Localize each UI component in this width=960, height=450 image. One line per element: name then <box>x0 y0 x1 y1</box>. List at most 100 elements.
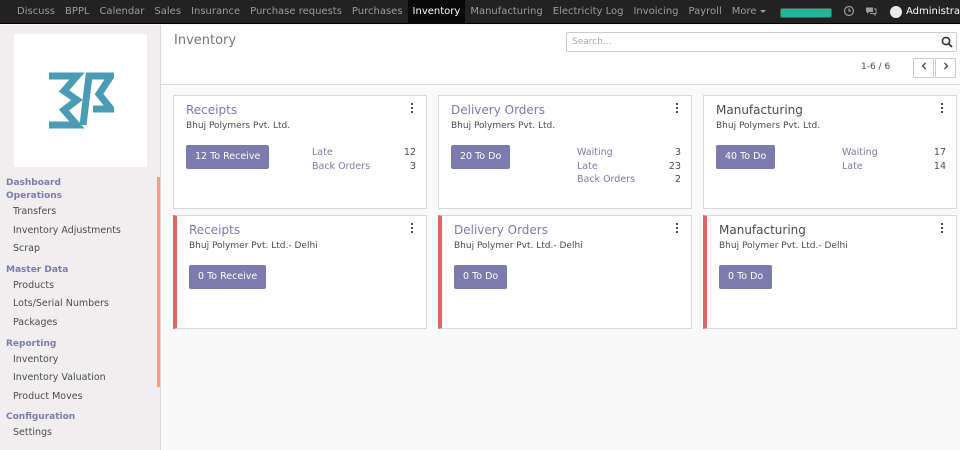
sidebar: Dashboard Operations Transfers Inventory… <box>0 25 161 450</box>
card-title[interactable]: Manufacturing <box>719 223 806 237</box>
sidebar-item-inventory-adjustments[interactable]: Inventory Adjustments <box>0 222 158 241</box>
menu-invoicing[interactable]: Invoicing <box>628 0 683 24</box>
kebab-menu-icon[interactable] <box>675 223 679 234</box>
sidebar-section-master-data[interactable]: Master Data <box>0 264 158 277</box>
top-menu-bar: Discuss BPPL Calendar Sales Insurance Pu… <box>0 0 960 24</box>
card-title[interactable]: Delivery Orders <box>451 103 545 117</box>
kebab-menu-icon[interactable] <box>940 103 944 114</box>
sidebar-item-settings[interactable]: Settings <box>0 424 158 443</box>
card-company: Bhuj Polymers Pvt. Ltd. <box>186 121 291 131</box>
sidebar-menu: Dashboard Operations Transfers Inventory… <box>0 177 158 443</box>
pager-next-button[interactable] <box>935 58 956 78</box>
menu-more-label: More <box>731 6 757 17</box>
kanban-card-delivery-orders-delhi[interactable]: Delivery Orders Bhuj Polymer Pvt. Ltd.- … <box>438 215 692 329</box>
kebab-menu-icon[interactable] <box>410 223 414 234</box>
pager-previous-button[interactable] <box>913 58 934 78</box>
menu-bppl[interactable]: BPPL <box>60 0 95 24</box>
menu-payroll[interactable]: Payroll <box>684 0 727 24</box>
sidebar-item-scrap[interactable]: Scrap <box>0 240 158 259</box>
menu-inventory[interactable]: Inventory <box>407 0 466 24</box>
stat-waiting[interactable]: Waiting 17 <box>842 146 946 160</box>
stat-value: 14 <box>933 160 946 172</box>
search-input[interactable] <box>567 33 927 51</box>
card-company: Bhuj Polymer Pvt. Ltd.- Delhi <box>454 241 583 251</box>
menu-purchases[interactable]: Purchases <box>347 0 408 24</box>
sidebar-item-transfers[interactable]: Transfers <box>0 203 158 222</box>
to-do-button[interactable]: 0 To Do <box>719 265 773 289</box>
card-title[interactable]: Receipts <box>189 223 240 237</box>
to-receive-button[interactable]: 0 To Receive <box>189 265 267 289</box>
company-logo <box>14 34 147 167</box>
stat-value: 2 <box>674 174 681 185</box>
kanban-card-delivery-orders[interactable]: Delivery Orders Bhuj Polymers Pvt. Ltd. … <box>438 95 692 209</box>
sidebar-item-inventory-valuation[interactable]: Inventory Valuation <box>0 369 158 388</box>
card-stats: Waiting 17 Late 14 <box>842 146 946 173</box>
stat-label[interactable]: Waiting <box>577 146 613 160</box>
card-company: Bhuj Polymers Pvt. Ltd. <box>716 121 821 131</box>
sidebar-section-operations[interactable]: Operations <box>0 190 158 203</box>
clock-icon[interactable] <box>843 5 855 17</box>
pager-value[interactable]: 1-6 / 6 <box>861 62 890 72</box>
menu-purchase-requests[interactable]: Purchase requests <box>245 0 347 24</box>
stat-waiting[interactable]: Waiting 3 <box>577 146 681 160</box>
sidebar-item-packages[interactable]: Packages <box>0 314 158 333</box>
stat-late[interactable]: Late 14 <box>842 160 946 174</box>
stat-label[interactable]: Back Orders <box>577 173 635 187</box>
to-do-button[interactable]: 0 To Do <box>454 265 508 289</box>
card-company: Bhuj Polymer Pvt. Ltd.- Delhi <box>719 241 848 251</box>
sidebar-item-inventory-report[interactable]: Inventory <box>0 351 158 370</box>
stat-label[interactable]: Late <box>577 160 598 174</box>
stat-back-orders[interactable]: Back Orders 3 <box>312 160 416 174</box>
menu-discuss[interactable]: Discuss <box>12 0 60 24</box>
stat-value: 3 <box>674 147 681 158</box>
app-menu: Discuss BPPL Calendar Sales Insurance Pu… <box>12 0 771 24</box>
menu-manufacturing[interactable]: Manufacturing <box>465 0 547 24</box>
stat-value: 17 <box>933 147 946 158</box>
stat-value: 23 <box>668 160 681 172</box>
sidebar-item-products[interactable]: Products <box>0 277 158 296</box>
to-do-button[interactable]: 40 To Do <box>716 145 776 169</box>
menu-sales[interactable]: Sales <box>149 0 186 24</box>
kanban-card-receipts[interactable]: Receipts Bhuj Polymers Pvt. Ltd. 12 To R… <box>173 95 427 209</box>
stat-label[interactable]: Waiting <box>842 146 878 160</box>
kebab-menu-icon[interactable] <box>410 103 414 114</box>
main-content: Inventory 1-6 / 6 Receipts Bhuj Polymers… <box>161 25 960 450</box>
stat-back-orders[interactable]: Back Orders 2 <box>577 173 681 187</box>
to-receive-button[interactable]: 12 To Receive <box>186 145 270 169</box>
stat-value: 3 <box>409 160 416 172</box>
kanban-card-manufacturing[interactable]: Manufacturing Bhuj Polymers Pvt. Ltd. 40… <box>703 95 957 209</box>
user-avatar[interactable] <box>890 6 902 18</box>
sidebar-dashboard[interactable]: Dashboard <box>0 177 158 190</box>
user-name[interactable]: Administrato <box>906 0 960 24</box>
sidebar-item-product-moves[interactable]: Product Moves <box>0 388 158 407</box>
sidebar-item-lots-serial-numbers[interactable]: Lots/Serial Numbers <box>0 295 158 314</box>
card-title[interactable]: Receipts <box>186 103 237 117</box>
to-do-button[interactable]: 20 To Do <box>451 145 511 169</box>
chevron-right-icon <box>943 62 948 70</box>
stat-label[interactable]: Late <box>312 146 333 160</box>
kebab-menu-icon[interactable] <box>675 103 679 114</box>
card-title[interactable]: Delivery Orders <box>454 223 548 237</box>
kebab-menu-icon[interactable] <box>940 223 944 234</box>
sidebar-section-configuration[interactable]: Configuration <box>0 411 158 424</box>
stat-value: 12 <box>403 147 416 158</box>
page-title: Inventory <box>174 33 237 48</box>
card-company: Bhuj Polymer Pvt. Ltd.- Delhi <box>189 241 318 251</box>
control-panel: Inventory 1-6 / 6 <box>161 25 960 85</box>
stat-late[interactable]: Late 12 <box>312 146 416 160</box>
kanban-card-manufacturing-delhi[interactable]: Manufacturing Bhuj Polymer Pvt. Ltd.- De… <box>703 215 957 329</box>
menu-insurance[interactable]: Insurance <box>186 0 245 24</box>
caret-down-icon <box>759 9 766 13</box>
menu-electricity-log[interactable]: Electricity Log <box>548 0 629 24</box>
stat-late[interactable]: Late 23 <box>577 160 681 174</box>
chat-icon[interactable] <box>865 5 877 17</box>
stat-label[interactable]: Late <box>842 160 863 174</box>
stat-label[interactable]: Back Orders <box>312 160 370 174</box>
search-icon[interactable] <box>941 36 953 48</box>
card-title[interactable]: Manufacturing <box>716 103 803 117</box>
kanban-view: Receipts Bhuj Polymers Pvt. Ltd. 12 To R… <box>161 85 960 450</box>
menu-calendar[interactable]: Calendar <box>94 0 149 24</box>
kanban-card-receipts-delhi[interactable]: Receipts Bhuj Polymer Pvt. Ltd.- Delhi 0… <box>173 215 427 329</box>
menu-more[interactable]: More <box>727 0 771 24</box>
sidebar-section-reporting[interactable]: Reporting <box>0 338 158 351</box>
